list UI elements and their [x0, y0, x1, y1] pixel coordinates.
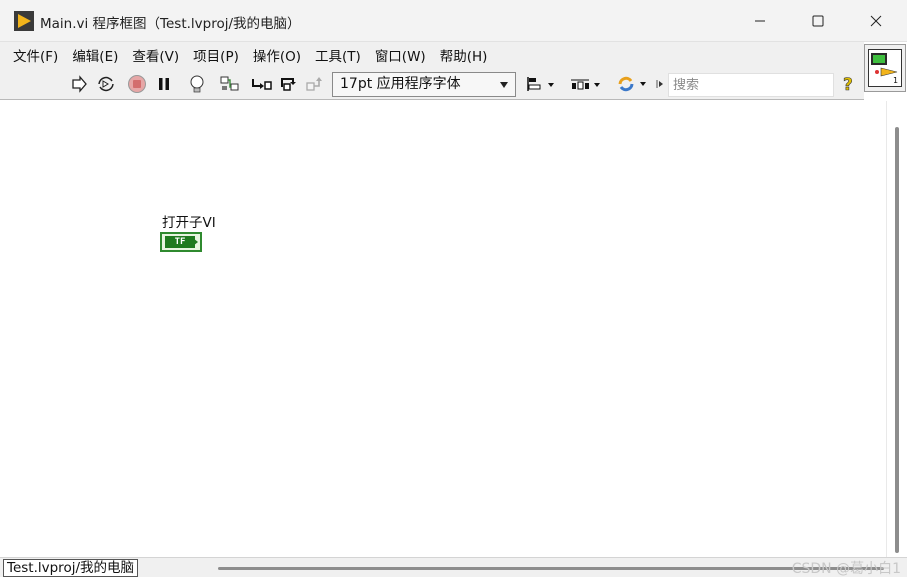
search-box	[668, 73, 834, 97]
watermark: CSDN @葛小白1	[791, 561, 901, 577]
run-arrow-icon[interactable]	[68, 73, 90, 95]
labview-blockdiagram-icon	[14, 11, 34, 31]
terminal-label[interactable]: 打开子VI	[162, 211, 216, 231]
status-bar: Test.lvproj/我的电脑 CSDN @葛小白1	[0, 557, 907, 577]
terminal-type: TF	[165, 236, 195, 248]
menu-window[interactable]: 窗口(W)	[368, 45, 433, 65]
window-title: Main.vi 程序框图（Test.lvproj/我的电脑）	[40, 16, 301, 32]
svg-text:1: 1	[893, 76, 898, 85]
maximize-button[interactable]	[789, 0, 847, 42]
step-into-icon[interactable]	[250, 73, 274, 95]
align-objects-icon[interactable]	[524, 73, 556, 95]
maximize-icon	[812, 15, 824, 27]
vertical-scrollbar[interactable]	[886, 101, 907, 557]
menu-file[interactable]: 文件(F)	[6, 45, 65, 65]
context-path[interactable]: Test.lvproj/我的电脑	[3, 559, 138, 577]
output-arrow-icon	[193, 238, 198, 246]
menu-operate[interactable]: 操作(O)	[246, 45, 308, 65]
title-bar: Main.vi 程序框图（Test.lvproj/我的电脑）	[0, 0, 907, 42]
menu-view[interactable]: 查看(V)	[125, 45, 186, 65]
vi-icon: 1	[868, 49, 902, 87]
search-input[interactable]	[669, 74, 799, 96]
reorder-icon[interactable]	[614, 73, 650, 95]
retain-wire-values-icon[interactable]	[218, 73, 242, 95]
chevron-down-icon	[500, 82, 508, 88]
font-select[interactable]: 17pt 应用程序字体	[332, 72, 516, 97]
minimize-button[interactable]	[731, 0, 789, 42]
pause-icon[interactable]	[154, 73, 174, 95]
svg-text:?: ?	[843, 75, 853, 94]
menu-tools[interactable]: 工具(T)	[308, 45, 368, 65]
menu-help[interactable]: 帮助(H)	[433, 45, 495, 65]
menu-project[interactable]: 项目(P)	[186, 45, 246, 65]
boolean-terminal[interactable]: TF	[160, 232, 202, 252]
block-diagram-canvas[interactable]	[2, 101, 886, 557]
abort-icon[interactable]	[126, 73, 148, 95]
vi-icon-pane[interactable]: 1	[864, 44, 906, 92]
context-help-icon[interactable]: ?	[838, 73, 860, 95]
step-out-icon[interactable]	[304, 73, 326, 95]
highlight-execution-icon[interactable]	[186, 73, 208, 95]
close-button[interactable]	[847, 0, 905, 42]
menu-edit[interactable]: 编辑(E)	[65, 45, 125, 65]
font-select-value: 17pt 应用程序字体	[340, 76, 461, 92]
run-continuously-icon[interactable]	[94, 73, 118, 95]
minimize-icon	[755, 20, 765, 22]
close-icon	[870, 15, 882, 27]
step-over-icon[interactable]	[278, 73, 300, 95]
menu-bar: 文件(F) 编辑(E) 查看(V) 项目(P) 操作(O) 工具(T) 窗口(W…	[0, 42, 864, 68]
toolbar-expand-icon[interactable]	[655, 73, 665, 95]
vertical-scroll-thumb[interactable]	[895, 127, 899, 553]
horizontal-scrollbar[interactable]	[218, 567, 884, 570]
distribute-objects-icon[interactable]	[568, 73, 602, 95]
